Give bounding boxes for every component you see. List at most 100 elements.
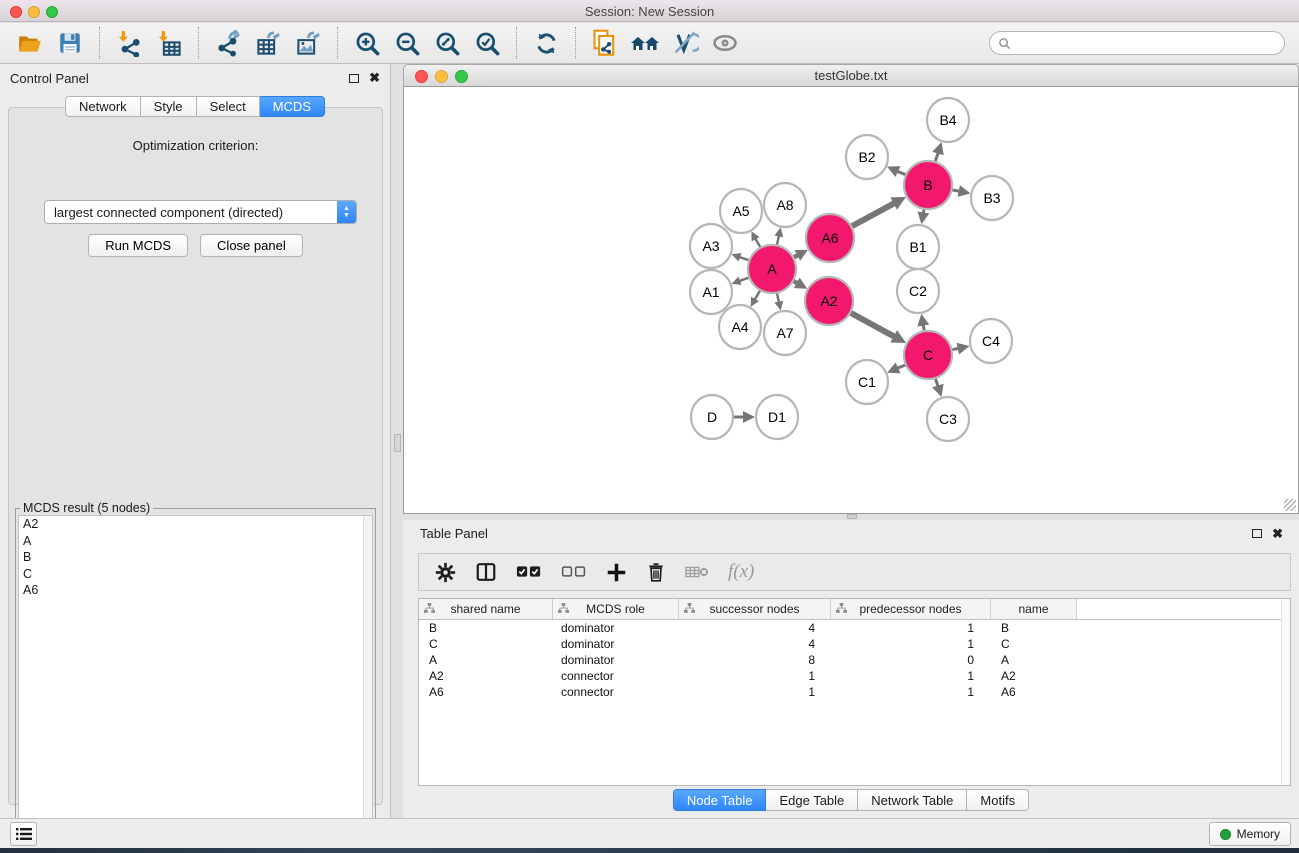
graph-node-B4[interactable]: B4 — [927, 98, 969, 142]
task-history-button[interactable] — [10, 822, 37, 846]
result-item-a[interactable]: A — [19, 533, 372, 550]
graph-node-A6[interactable]: A6 — [806, 214, 854, 262]
cell-successor_nodes[interactable]: 4 — [679, 637, 831, 651]
graph-edge-A6-B[interactable] — [852, 197, 906, 226]
graph-node-D1[interactable]: D1 — [756, 395, 798, 439]
cell-shared_name[interactable]: C — [419, 637, 553, 651]
search-input[interactable] — [1011, 33, 1284, 53]
resize-grip[interactable] — [1284, 499, 1296, 511]
close-panel-icon[interactable]: ✖ — [369, 73, 380, 83]
delete-table-button[interactable] — [685, 564, 709, 580]
export-table-button[interactable] — [251, 26, 285, 60]
graph-edge-B-B3[interactable] — [952, 185, 970, 197]
run-mcds-button[interactable]: Run MCDS — [88, 234, 188, 257]
result-item-a6[interactable]: A6 — [19, 582, 372, 599]
cell-shared_name[interactable]: A6 — [419, 685, 553, 699]
graph-edge-A-A5[interactable] — [751, 231, 760, 247]
network-minimize-button[interactable] — [435, 70, 448, 83]
graph-edge-C-C1[interactable] — [887, 362, 905, 373]
cell-successor_nodes[interactable]: 4 — [679, 621, 831, 635]
mcds-result-list[interactable]: A2ABCA6 — [18, 515, 373, 841]
cell-shared_name[interactable]: A2 — [419, 669, 553, 683]
zoom-out-button[interactable] — [390, 26, 424, 60]
cell-name[interactable]: A2 — [991, 669, 1077, 683]
home-network-button[interactable] — [628, 26, 662, 60]
float-panel-icon[interactable] — [349, 74, 359, 83]
float-panel-icon[interactable] — [1252, 529, 1262, 538]
graph-node-A4[interactable]: A4 — [719, 305, 761, 349]
select-all-button[interactable] — [516, 564, 542, 580]
cell-shared_name[interactable]: B — [419, 621, 553, 635]
graph-node-A[interactable]: A — [748, 245, 796, 293]
graph-node-C2[interactable]: C2 — [897, 269, 939, 313]
tab-network[interactable]: Network — [65, 96, 141, 117]
network-graph[interactable]: B4B2BB3A5A8A6B1A3AA1C2A2A4A7C4CC1DD1C3 — [404, 87, 1298, 513]
table-settings-button[interactable] — [435, 562, 456, 583]
close-panel-button[interactable]: Close panel — [200, 234, 303, 257]
graph-edge-A-A4[interactable] — [751, 291, 760, 307]
cell-successor_nodes[interactable]: 1 — [679, 669, 831, 683]
graph-node-B3[interactable]: B3 — [971, 176, 1013, 220]
table-row-A2[interactable]: A2connector11A2 — [419, 668, 1290, 684]
graph-node-B1[interactable]: B1 — [897, 225, 939, 269]
table-scrollbar[interactable] — [1281, 599, 1290, 785]
export-network-button[interactable] — [211, 26, 245, 60]
tab-node-table[interactable]: Node Table — [673, 789, 767, 811]
cell-name[interactable]: A — [991, 653, 1077, 667]
graph-edge-A-A8[interactable] — [774, 228, 783, 245]
graph-node-C3[interactable]: C3 — [927, 397, 969, 441]
open-file-button[interactable] — [13, 26, 47, 60]
graph-edge-B-B4[interactable] — [932, 142, 943, 161]
minimize-window-button[interactable] — [28, 6, 40, 18]
graph-edge-B-B1[interactable] — [917, 210, 929, 225]
graph-edge-C-C2[interactable] — [917, 314, 929, 331]
network-window-titlebar[interactable]: testGlobe.txt — [403, 64, 1299, 87]
cell-predecessor_nodes[interactable]: 1 — [831, 685, 991, 699]
search-field[interactable] — [989, 31, 1285, 55]
graph-node-A3[interactable]: A3 — [690, 224, 732, 268]
column-header-shared-name[interactable]: shared name — [419, 599, 553, 619]
column-header-name[interactable]: name — [991, 599, 1077, 619]
graph-node-B[interactable]: B — [904, 161, 952, 209]
column-header-successor-nodes[interactable]: successor nodes — [679, 599, 831, 619]
cell-name[interactable]: C — [991, 637, 1077, 651]
table-row-B[interactable]: Bdominator41B — [419, 620, 1290, 636]
graph-node-C1[interactable]: C1 — [846, 360, 888, 404]
cell-mcds_role[interactable]: dominator — [553, 621, 679, 635]
network-zoom-button[interactable] — [455, 70, 468, 83]
tab-style[interactable]: Style — [141, 96, 197, 117]
show-graphics-button[interactable] — [708, 26, 742, 60]
export-image-button[interactable] — [291, 26, 325, 60]
refresh-layout-button[interactable] — [529, 26, 563, 60]
graph-edge-A-A3[interactable] — [732, 253, 749, 261]
graph-node-C[interactable]: C — [904, 331, 952, 379]
cell-name[interactable]: B — [991, 621, 1077, 635]
graph-node-C4[interactable]: C4 — [970, 319, 1012, 363]
deselect-all-button[interactable] — [561, 564, 587, 580]
save-session-button[interactable] — [53, 26, 87, 60]
import-table-button[interactable] — [152, 26, 186, 60]
graph-node-A2[interactable]: A2 — [805, 277, 853, 325]
result-scrollbar[interactable] — [363, 516, 372, 840]
vertical-splitter-handle[interactable] — [394, 434, 401, 452]
cell-shared_name[interactable]: A — [419, 653, 553, 667]
column-header-predecessor-nodes[interactable]: predecessor nodes — [831, 599, 991, 619]
cell-mcds_role[interactable]: dominator — [553, 653, 679, 667]
cell-predecessor_nodes[interactable]: 1 — [831, 669, 991, 683]
cell-mcds_role[interactable]: connector — [553, 669, 679, 683]
result-item-b[interactable]: B — [19, 549, 372, 566]
tab-motifs[interactable]: Motifs — [967, 789, 1029, 811]
tab-mcds[interactable]: MCDS — [260, 96, 325, 117]
function-builder-button[interactable]: f(x) — [728, 561, 754, 583]
graph-node-A8[interactable]: A8 — [764, 183, 806, 227]
result-item-c[interactable]: C — [19, 566, 372, 583]
graph-edge-C-C3[interactable] — [932, 379, 943, 397]
show-columns-button[interactable] — [475, 561, 497, 583]
graph-edge-A-A2[interactable] — [794, 278, 807, 289]
network-close-button[interactable] — [415, 70, 428, 83]
graph-node-B2[interactable]: B2 — [846, 135, 888, 179]
cell-predecessor_nodes[interactable]: 0 — [831, 653, 991, 667]
close-window-button[interactable] — [10, 6, 22, 18]
zoom-window-button[interactable] — [46, 6, 58, 18]
create-column-button[interactable] — [606, 562, 627, 583]
